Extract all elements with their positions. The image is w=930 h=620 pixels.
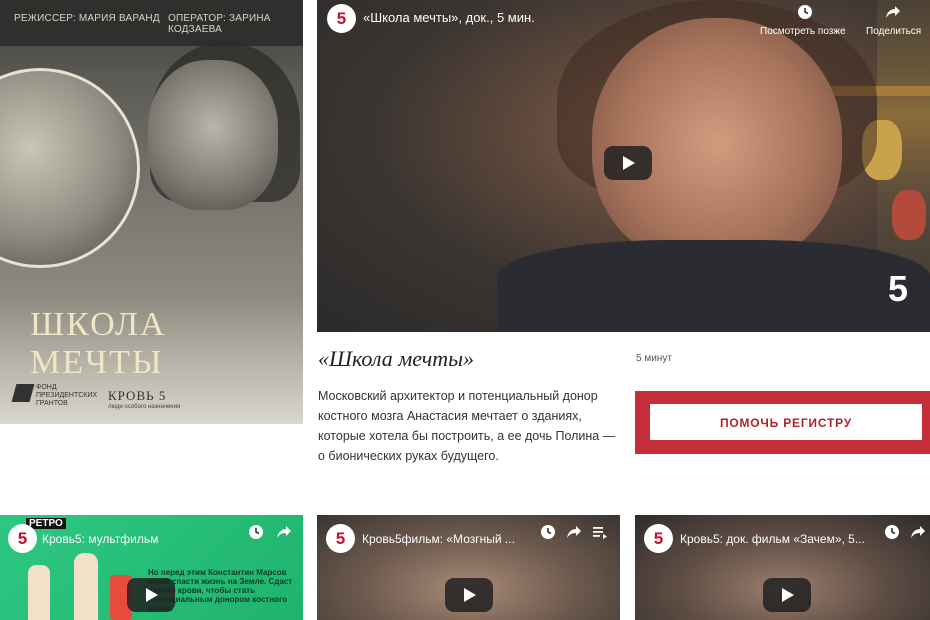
film-description: Московский архитектор и потенциальный до… [318,389,616,463]
main-video-title[interactable]: «Школа мечты», док., 5 мин. [363,10,535,25]
playlist-icon[interactable] [592,524,608,540]
share-label[interactable]: Поделиться [866,26,921,37]
share-icon[interactable] [566,524,582,540]
share-icon[interactable] [885,4,901,20]
play-icon [782,588,794,602]
clock-icon[interactable] [884,524,900,540]
clock-icon[interactable] [540,524,556,540]
fund-logo-icon [11,384,35,402]
cartoon-figure [28,565,50,620]
share-icon[interactable] [276,524,292,540]
help-registry-button[interactable]: ПОМОЧЬ РЕГИСТРУ [650,404,922,440]
channel-5-logo[interactable]: 5 [644,524,673,553]
play-icon [464,588,476,602]
channel-5-logo[interactable]: 5 [326,524,355,553]
video-title[interactable]: Кровь5фильм: «Мозгный ... [362,532,515,546]
channel-5-logo[interactable]: 5 [327,4,356,33]
poster-operator: ОПЕРАТОР: ЗАРИНА КОДЗАЕВА [168,13,271,35]
play-button[interactable] [604,146,652,180]
film-poster: РЕЖИССЕР: МАРИЯ ВАРАНД ОПЕРАТОР: ЗАРИНА … [0,0,303,424]
film-title: «Школа мечты» [318,346,475,371]
clock-icon[interactable] [248,524,264,540]
play-button[interactable] [445,578,493,612]
poster-brand: КРОВЬ 5 [108,388,167,403]
poster-portrait [148,60,278,210]
video-title[interactable]: Кровь5: мультфильм [42,532,158,546]
cartoon-figure [74,553,98,620]
channel-watermark: 5 [888,268,909,309]
channel-5-logo[interactable]: 5 [8,524,37,553]
subject-face [592,18,842,268]
play-button[interactable] [127,578,175,612]
background-toy [892,190,926,240]
play-button[interactable] [763,578,811,612]
poster-director: РЕЖИССЕР: МАРИЯ ВАРАНД [14,13,160,24]
clock-icon[interactable] [797,4,813,20]
video-title[interactable]: Кровь5: док. фильм «Зачем», 5... [680,532,865,546]
poster-fund-name: ФОНД ПРЕЗИДЕНТСКИХ ГРАНТОВ [36,384,98,407]
share-icon[interactable] [910,524,926,540]
film-duration: 5 минут [636,353,672,364]
play-icon [623,156,635,170]
poster-brand-subtitle: люди особого назначения [108,404,181,410]
poster-circle-portrait [0,68,140,268]
poster-title: ШКОЛА МЕЧТЫ [30,306,167,381]
subject-shirt [497,240,930,332]
play-icon [146,588,158,602]
watch-later-label[interactable]: Посмотреть позже [760,26,846,37]
main-video-player[interactable]: 5 «Школа мечты», док., 5 мин. Посмотреть… [317,0,930,332]
